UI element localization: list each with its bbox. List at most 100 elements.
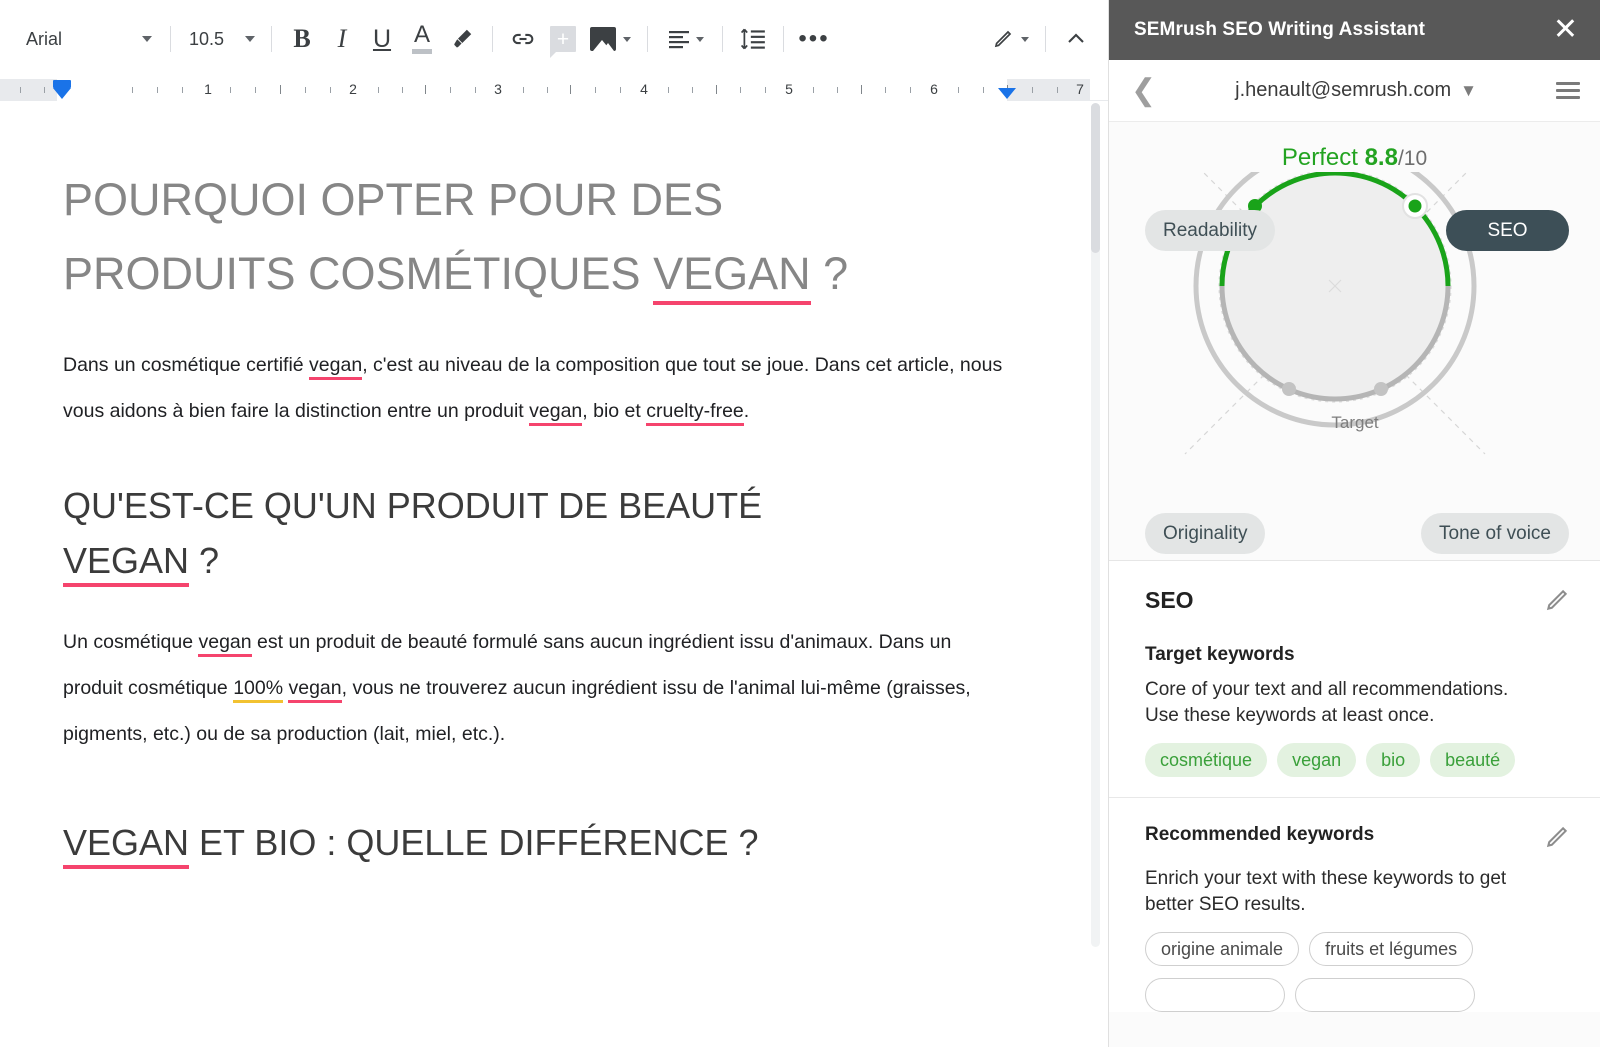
align-button[interactable] — [658, 19, 712, 59]
panel-account-bar: ❮ j.henault@semrush.com ▼ — [1109, 60, 1600, 122]
ruler-tick — [523, 87, 524, 93]
document-editor: Arial 10.5 B I U A — [0, 0, 1108, 1047]
collapse-toolbar-button[interactable] — [1056, 19, 1096, 59]
italic-button[interactable]: I — [322, 19, 362, 59]
line-spacing-button[interactable] — [733, 19, 773, 59]
ruler-number: 6 — [930, 81, 938, 97]
ruler-tick-major — [861, 85, 862, 94]
insert-image-button[interactable] — [583, 19, 637, 59]
font-size-select[interactable]: 10.5 — [181, 22, 261, 56]
ruler-tick-major — [570, 85, 571, 94]
text-color-button[interactable]: A — [402, 19, 442, 59]
radar-point-seo — [1409, 200, 1422, 213]
ruler-tick — [595, 87, 596, 93]
ruler-tick — [740, 87, 741, 93]
ruler-number: 7 — [1076, 81, 1084, 97]
metric-pill-readability[interactable]: Readability — [1145, 210, 1275, 251]
recommended-section-header: Recommended keywords — [1145, 824, 1570, 855]
keyword-chip[interactable]: vegan — [1277, 743, 1356, 777]
ruler-tick — [378, 87, 379, 93]
ruler-tick — [958, 87, 959, 93]
chevron-down-icon — [623, 37, 631, 42]
seo-section: SEO Target keywords Core of your text an… — [1109, 561, 1600, 798]
pencil-edit-icon[interactable] — [1544, 824, 1570, 855]
recommended-chip[interactable]: origine animale — [1145, 932, 1299, 966]
more-horizontal-icon: ••• — [798, 34, 829, 44]
recommended-chip-partial[interactable] — [1145, 978, 1285, 1012]
document-scrollbar[interactable] — [1091, 103, 1100, 947]
ruler-tick-major — [280, 85, 281, 94]
keyword-chip[interactable]: beauté — [1430, 743, 1515, 777]
p1-text-c: , bio et — [582, 400, 646, 422]
metric-pill-tone-of-voice[interactable]: Tone of voice — [1421, 513, 1569, 554]
toolbar-divider — [492, 26, 493, 52]
ruler-tick — [230, 87, 231, 93]
pencil-edit-icon[interactable] — [1544, 587, 1570, 618]
close-icon[interactable]: ✕ — [1553, 17, 1578, 43]
account-selector[interactable]: j.henault@semrush.com ▼ — [1156, 79, 1556, 102]
underline-icon: U — [373, 25, 391, 54]
recommended-chip[interactable]: fruits et légumes — [1309, 932, 1473, 966]
scrollbar-thumb[interactable] — [1091, 103, 1100, 253]
paragraph-1: Dans un cosmétique certifié vegan, c'est… — [63, 342, 1008, 434]
metric-pill-label: Originality — [1163, 523, 1247, 545]
p1-text-d: . — [744, 400, 749, 422]
add-comment-button[interactable]: + — [543, 19, 583, 59]
keyword-chip[interactable]: cosmétique — [1145, 743, 1267, 777]
document-canvas[interactable]: POURQUOI OPTER POUR DES PRODUITS COSMÉTI… — [0, 101, 1108, 1047]
recommended-keywords-chips: origine animale fruits et légumes — [1145, 932, 1570, 966]
editing-mode-button[interactable] — [985, 19, 1035, 59]
ruler-tick — [692, 87, 693, 93]
ruler-number: 5 — [785, 81, 793, 97]
bold-button[interactable]: B — [282, 19, 322, 59]
title-line-2-pre: PRODUITS COSMÉTIQUES — [63, 248, 653, 299]
text-color-letter: A — [414, 24, 430, 46]
radar-point-tone — [1374, 382, 1388, 396]
metric-pill-seo[interactable]: SEO — [1446, 210, 1569, 251]
h2a-line-1: QU'EST-CE QU'UN PRODUIT DE BEAUTÉ — [63, 485, 762, 526]
highlighter-icon — [449, 26, 475, 52]
seo-section-header: SEO — [1145, 587, 1570, 618]
chevron-up-icon — [1064, 27, 1088, 51]
ruler-number: 1 — [204, 81, 212, 97]
hamburger-menu-icon[interactable] — [1556, 82, 1580, 99]
chevron-left-icon[interactable]: ❮ — [1131, 80, 1156, 102]
score-label: Perfect — [1282, 144, 1358, 171]
right-indent-marker[interactable] — [998, 88, 1016, 99]
app-root: Arial 10.5 B I U A — [0, 0, 1600, 1047]
plus-glyph: + — [557, 29, 569, 50]
bold-icon: B — [293, 24, 310, 54]
ruler-tick — [910, 87, 911, 93]
ruler-tick — [837, 87, 838, 93]
page-title: POURQUOI OPTER POUR DES PRODUITS COSMÉTI… — [63, 163, 1008, 311]
seo-section-title: SEO — [1145, 587, 1194, 614]
p2-keyword-100-percent: 100% — [233, 677, 283, 703]
metric-pill-originality[interactable]: Originality — [1145, 513, 1265, 554]
keyword-chip[interactable]: bio — [1366, 743, 1420, 777]
highlight-button[interactable] — [442, 19, 482, 59]
insert-link-button[interactable] — [503, 19, 543, 59]
ruler-tick — [1032, 87, 1033, 93]
ruler-tick — [330, 87, 331, 93]
radar-target-label: Target — [1109, 413, 1600, 433]
ruler-tick — [402, 87, 403, 93]
underline-button[interactable]: U — [362, 19, 402, 59]
radar-point-originality — [1282, 382, 1296, 396]
left-indent-marker[interactable] — [53, 88, 71, 99]
heading-vegan-et-bio: VEGAN ET BIO : QUELLE DIFFÉRENCE ? — [63, 815, 1008, 870]
ruler-tick — [1057, 87, 1058, 93]
title-keyword-vegan: VEGAN — [653, 248, 811, 305]
more-options-button[interactable]: ••• — [794, 19, 834, 59]
overall-score: Perfect 8.8/10 — [1109, 144, 1600, 172]
paragraph-2: Un cosmétique vegan est un produit de be… — [63, 619, 1008, 757]
first-line-indent-handle[interactable] — [53, 80, 71, 88]
ruler-tick — [620, 87, 621, 93]
ruler-number: 2 — [349, 81, 357, 97]
ruler-tick — [983, 87, 984, 93]
recommended-chip-partial[interactable] — [1295, 978, 1475, 1012]
editor-toolbar: Arial 10.5 B I U A — [0, 0, 1108, 79]
p1-keyword-cruelty-free: cruelty-free — [646, 400, 744, 426]
recommended-keywords-section: Recommended keywords Enrich your text wi… — [1109, 798, 1600, 1012]
document-ruler[interactable]: 1 2 3 4 5 6 7 — [0, 79, 1108, 101]
font-family-select[interactable]: Arial — [18, 22, 160, 56]
